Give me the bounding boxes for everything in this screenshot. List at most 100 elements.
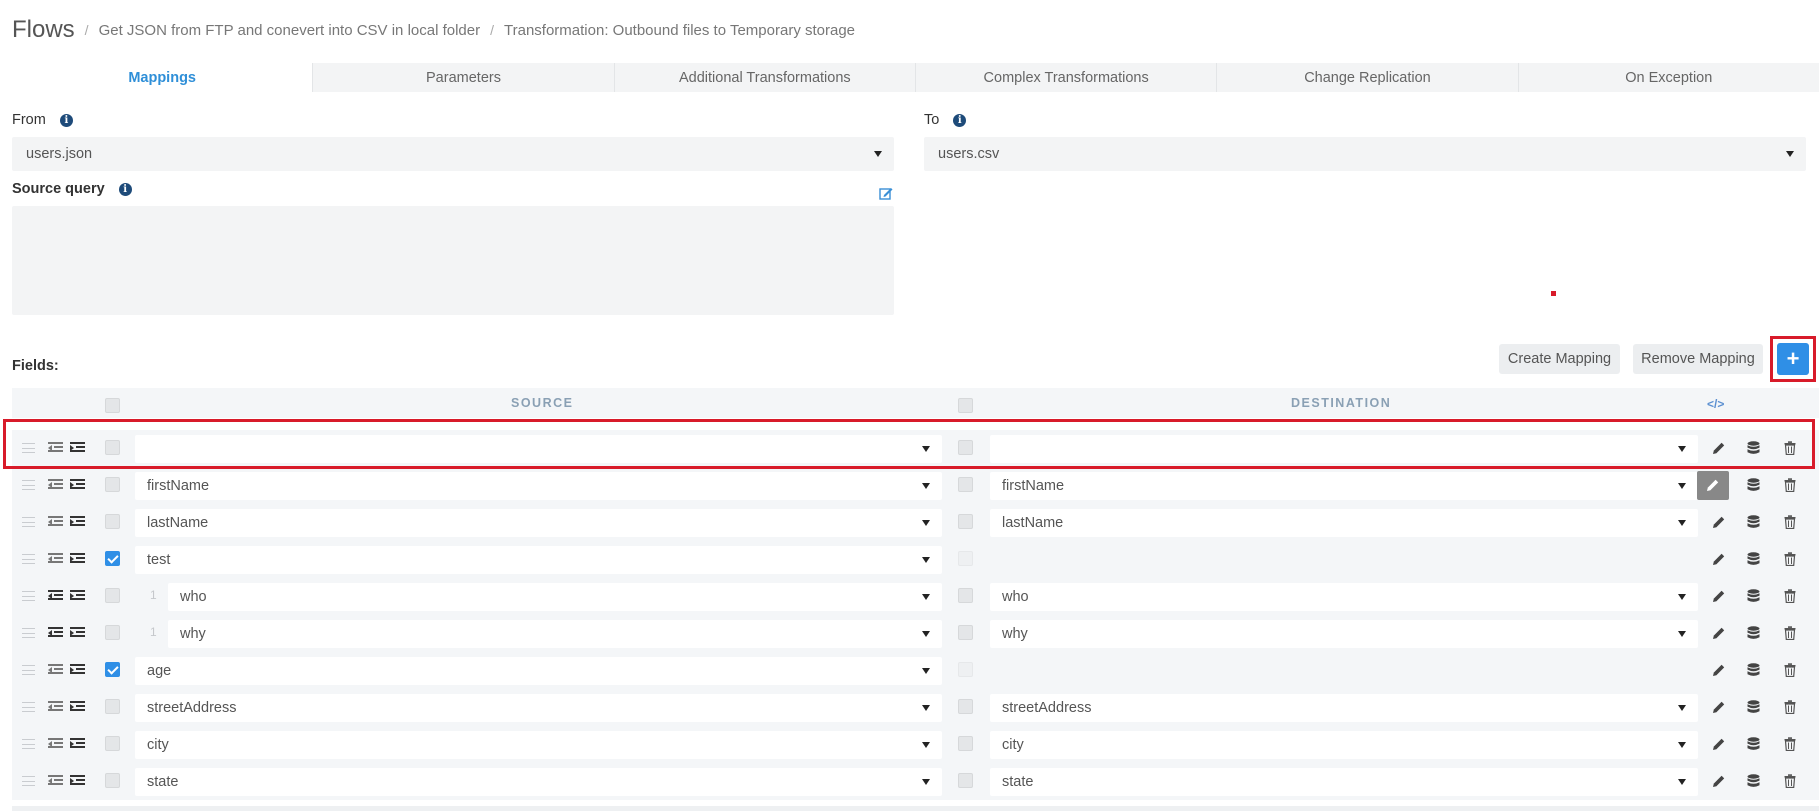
destination-row-checkbox[interactable]	[958, 699, 973, 714]
source-field-select[interactable]: firstName	[135, 472, 942, 500]
drag-handle-icon[interactable]	[22, 702, 35, 712]
trash-icon[interactable]	[1784, 774, 1796, 788]
destination-field-select[interactable]: state	[990, 768, 1698, 796]
pencil-icon[interactable]	[1712, 589, 1726, 603]
indent-icon[interactable]	[70, 627, 85, 639]
trash-icon[interactable]	[1784, 589, 1796, 603]
pencil-icon[interactable]	[1712, 663, 1726, 677]
pencil-icon[interactable]	[1712, 737, 1726, 751]
destination-field-select[interactable]: lastName	[990, 509, 1698, 537]
info-icon[interactable]: i	[953, 113, 967, 127]
database-icon[interactable]	[1747, 737, 1760, 751]
from-select[interactable]: users.json	[12, 137, 894, 171]
source-field-select[interactable]: age	[135, 657, 942, 685]
pencil-icon[interactable]	[1712, 700, 1726, 714]
outdent-icon[interactable]	[48, 590, 63, 602]
pencil-icon[interactable]	[1712, 626, 1726, 640]
tab-mappings[interactable]: Mappings	[12, 63, 313, 92]
database-icon[interactable]	[1747, 774, 1760, 788]
destination-field-select[interactable]: why	[990, 620, 1698, 648]
trash-icon[interactable]	[1784, 700, 1796, 714]
outdent-icon[interactable]	[48, 664, 63, 676]
destination-row-checkbox[interactable]	[958, 588, 973, 603]
database-icon[interactable]	[1747, 626, 1760, 640]
trash-icon[interactable]	[1784, 737, 1796, 751]
tab-change-replication[interactable]: Change Replication	[1216, 63, 1518, 92]
remove-mapping-button[interactable]: Remove Mapping	[1633, 344, 1763, 374]
trash-icon[interactable]	[1784, 663, 1796, 677]
source-row-checkbox[interactable]	[105, 662, 120, 677]
indent-icon[interactable]	[70, 701, 85, 713]
edit-field-button[interactable]	[1697, 471, 1729, 500]
destination-row-checkbox[interactable]	[958, 773, 973, 788]
source-field-select[interactable]: why	[168, 620, 942, 648]
indent-icon[interactable]	[70, 479, 85, 491]
breadcrumb-root-flows[interactable]: Flows	[12, 16, 75, 44]
indent-icon[interactable]	[70, 664, 85, 676]
destination-field-select[interactable]: streetAddress	[990, 694, 1698, 722]
drag-handle-icon[interactable]	[22, 665, 35, 675]
source-row-checkbox[interactable]	[105, 699, 120, 714]
drag-handle-icon[interactable]	[22, 517, 35, 527]
source-row-checkbox[interactable]	[105, 514, 120, 529]
source-field-select[interactable]: lastName	[135, 509, 942, 537]
to-select[interactable]: users.csv	[924, 137, 1806, 171]
destination-row-checkbox[interactable]	[958, 736, 973, 751]
source-row-checkbox[interactable]	[105, 736, 120, 751]
destination-field-select[interactable]: firstName	[990, 472, 1698, 500]
drag-handle-icon[interactable]	[22, 554, 35, 564]
select-all-destination-checkbox[interactable]	[958, 398, 973, 413]
indent-icon[interactable]	[70, 738, 85, 750]
database-icon[interactable]	[1747, 663, 1760, 677]
indent-icon[interactable]	[70, 590, 85, 602]
destination-field-select[interactable]: city	[990, 731, 1698, 759]
breadcrumb-item-flow[interactable]: Get JSON from FTP and conevert into CSV …	[99, 22, 481, 39]
outdent-icon[interactable]	[48, 627, 63, 639]
source-row-checkbox[interactable]	[105, 588, 120, 603]
tab-complex-transformations[interactable]: Complex Transformations	[914, 63, 1217, 92]
database-icon[interactable]	[1747, 478, 1760, 492]
source-row-checkbox[interactable]	[105, 551, 120, 566]
indent-icon[interactable]	[70, 553, 85, 565]
trash-icon[interactable]	[1784, 515, 1796, 529]
select-all-source-checkbox[interactable]	[105, 398, 120, 413]
info-icon[interactable]: i	[59, 113, 73, 127]
indent-icon[interactable]	[70, 516, 85, 528]
destination-row-checkbox[interactable]	[958, 477, 973, 492]
trash-icon[interactable]	[1784, 552, 1796, 566]
database-icon[interactable]	[1747, 552, 1760, 566]
drag-handle-icon[interactable]	[22, 628, 35, 638]
database-icon[interactable]	[1747, 515, 1760, 529]
outdent-icon[interactable]	[48, 479, 63, 491]
destination-row-checkbox[interactable]	[958, 551, 973, 566]
add-field-button[interactable]: +	[1777, 343, 1809, 375]
source-row-checkbox[interactable]	[105, 625, 120, 640]
pencil-icon[interactable]	[1712, 515, 1726, 529]
drag-handle-icon[interactable]	[22, 739, 35, 749]
tab-parameters[interactable]: Parameters	[312, 63, 614, 92]
source-field-select[interactable]: streetAddress	[135, 694, 942, 722]
drag-handle-icon[interactable]	[22, 591, 35, 601]
source-row-checkbox[interactable]	[105, 477, 120, 492]
outdent-icon[interactable]	[48, 553, 63, 565]
outdent-icon[interactable]	[48, 775, 63, 787]
database-icon[interactable]	[1747, 700, 1760, 714]
indent-icon[interactable]	[70, 775, 85, 787]
drag-handle-icon[interactable]	[22, 776, 35, 786]
source-field-select[interactable]: who	[168, 583, 942, 611]
pencil-icon[interactable]	[1712, 552, 1726, 566]
code-icon[interactable]: </>	[1707, 397, 1724, 411]
destination-row-checkbox[interactable]	[958, 625, 973, 640]
destination-field-select[interactable]: who	[990, 583, 1698, 611]
source-query-input[interactable]	[12, 206, 894, 315]
pencil-icon[interactable]	[1712, 774, 1726, 788]
destination-row-checkbox[interactable]	[958, 662, 973, 677]
source-field-select[interactable]: city	[135, 731, 942, 759]
trash-icon[interactable]	[1784, 478, 1796, 492]
source-row-checkbox[interactable]	[105, 773, 120, 788]
tab-additional-transformations[interactable]: Additional Transformations	[613, 63, 915, 92]
outdent-icon[interactable]	[48, 738, 63, 750]
source-field-select[interactable]: state	[135, 768, 942, 796]
info-icon[interactable]: i	[118, 182, 132, 196]
edit-query-icon[interactable]	[879, 186, 893, 200]
